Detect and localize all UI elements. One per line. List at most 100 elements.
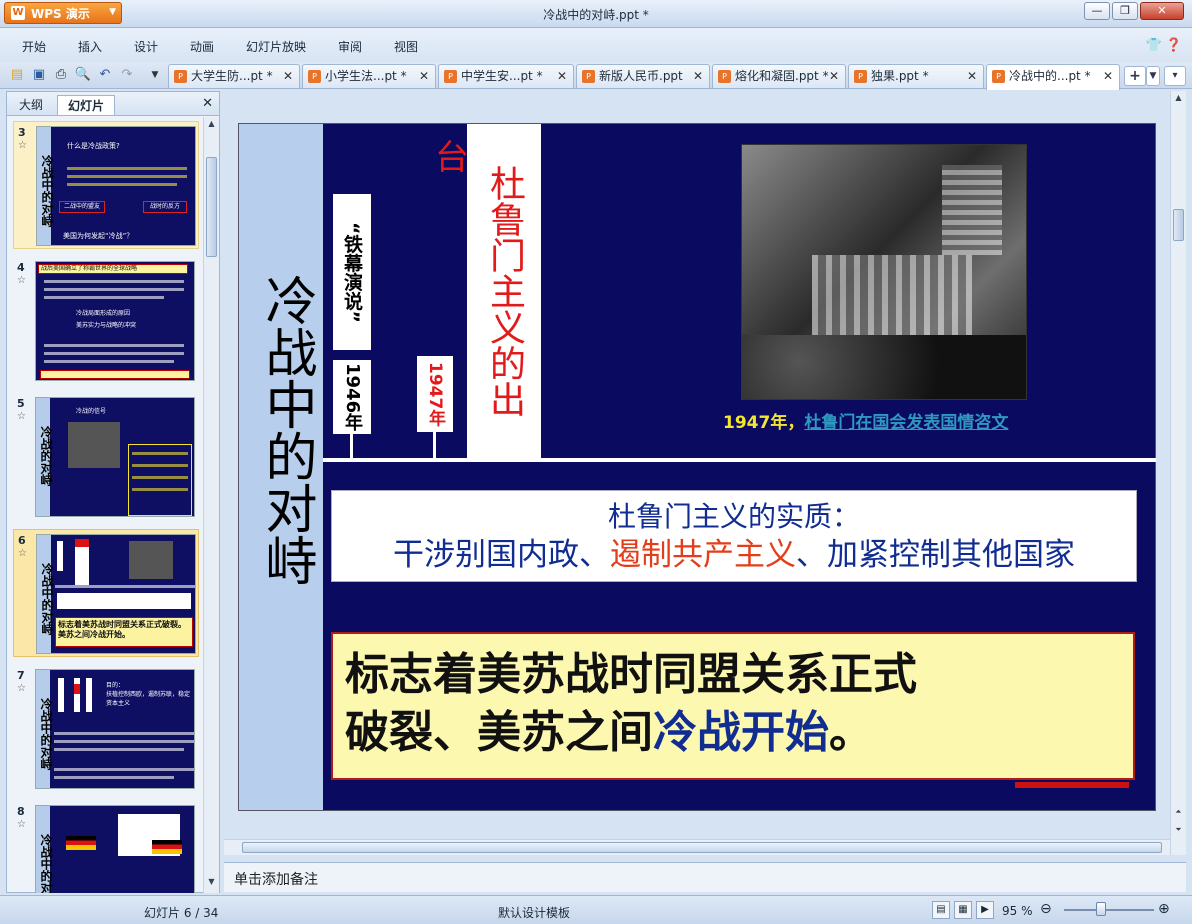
animation-star-icon: ☆ (17, 819, 26, 830)
zoom-in-icon[interactable]: ⊕ (1158, 901, 1170, 917)
horizontal-scrollbar[interactable] (224, 839, 1170, 855)
slide-editor: 冷战中的对峙 “铁幕演说” 1946年 1947年 杜鲁门主义的出 台 1947… (224, 91, 1186, 861)
menu-animation[interactable]: 动画 (190, 38, 214, 55)
help-icon[interactable]: ❓ (1166, 38, 1182, 53)
menu-slideshow[interactable]: 幻灯片放映 (246, 38, 306, 55)
close-panel-icon[interactable]: ✕ (202, 96, 213, 111)
animation-star-icon: ☆ (17, 411, 26, 422)
close-tab-icon[interactable]: ✕ (419, 65, 429, 87)
thumb-text: 什么是冷战政策? (67, 142, 120, 150)
scroll-up-icon[interactable]: ▲ (206, 119, 217, 131)
zoom-slider-knob[interactable] (1096, 902, 1106, 916)
scroll-down-icon[interactable]: ▼ (206, 877, 217, 889)
menu-home[interactable]: 开始 (22, 38, 46, 55)
menu-design[interactable]: 设计 (134, 38, 158, 55)
scrollbar-thumb[interactable] (242, 842, 1162, 853)
ppt-file-icon: P (582, 70, 595, 83)
essence-box[interactable]: 杜鲁门主义的实质： 干涉别国内政、遏制共产主义、加紧控制其他国家 (331, 490, 1137, 582)
caption-link[interactable]: 杜鲁门在国会发表国情咨文 (804, 413, 1008, 433)
conclusion-box[interactable]: 标志着美苏战时同盟关系正式 破裂、美苏之间冷战开始。 (331, 632, 1135, 780)
tab-doc-6[interactable]: P 独果.ppt * ✕ (848, 64, 984, 88)
slide-sorter-icon[interactable]: ▦ (954, 901, 972, 919)
prev-slide-icon[interactable]: ⏶ (1173, 807, 1184, 819)
open-folder-icon[interactable]: ▤ (8, 66, 26, 84)
thumb-text: 美苏实力与战略的冲突 (76, 322, 137, 329)
shirt-skin-icon[interactable]: 👕 (1145, 38, 1161, 53)
slide-thumbnail-4[interactable]: 4 ☆ 战后美国确立了称霸世界的全球战略 冷战局面形成的原因 美苏实力与战略的冲… (13, 257, 199, 385)
notes-placeholder: 单击添加备注 (234, 872, 318, 888)
save-icon[interactable]: ▣ (30, 66, 48, 84)
current-slide[interactable]: 冷战中的对峙 “铁幕演说” 1946年 1947年 杜鲁门主义的出 台 1947… (238, 123, 1156, 811)
undo-icon[interactable]: ↶ (96, 66, 114, 84)
ppt-file-icon: P (308, 70, 321, 83)
notes-pane[interactable]: 单击添加备注 (224, 862, 1186, 892)
conclusion-line-2: 破裂、美苏之间冷战开始。 (345, 707, 873, 758)
tab-slides[interactable]: 幻灯片 (57, 95, 116, 115)
tab-doc-active[interactable]: P 冷战中的...pt * ✕ (986, 64, 1120, 90)
zoom-out-icon[interactable]: ⊖ (1040, 901, 1052, 917)
panel-tabs: 大纲 幻灯片 ✕ (7, 92, 219, 116)
ppt-file-icon: P (992, 70, 1005, 83)
tab-list-button[interactable]: ▼ (1146, 66, 1160, 86)
thumbnail-scrollbar[interactable]: ▲ ▼ (203, 117, 219, 893)
minimize-button[interactable]: — (1084, 2, 1110, 20)
tab-label: 独果.ppt * (871, 69, 929, 83)
close-tab-icon[interactable]: ✕ (829, 65, 839, 87)
scrollbar-thumb[interactable] (1173, 209, 1184, 241)
scroll-up-icon[interactable]: ▲ (1173, 93, 1184, 105)
divider-line (323, 458, 1156, 462)
close-tab-icon[interactable]: ✕ (283, 65, 293, 87)
menu-review[interactable]: 审阅 (338, 38, 362, 55)
menu-view[interactable]: 视图 (394, 38, 418, 55)
new-tab-button[interactable]: + (1124, 66, 1146, 86)
close-tab-icon[interactable]: ✕ (693, 65, 703, 87)
quick-access-and-tabs: ▤ ▣ ⎙ 🔍 ↶ ↷ ▼ P 大学生防...pt * ✕ P 小学生法...p… (0, 62, 1192, 90)
menu-insert[interactable]: 插入 (78, 38, 102, 55)
thumb-title: 冷战中的对峙 (39, 834, 53, 893)
slide-thumbnail-7[interactable]: 7 ☆ 冷战中的对峙 目的： 扶植控制西欧，遏制苏联，稳定资本主义 (13, 665, 199, 793)
print-preview-icon[interactable]: 🔍 (74, 66, 92, 84)
slide-thumbnail-5[interactable]: 5 ☆ 冷战的对峙 冷战的信号 (13, 393, 199, 521)
slide-side-title: 冷战中的对峙 (256, 274, 316, 586)
window-title: 冷战中的对峙.ppt * (543, 8, 649, 22)
tab-doc-2[interactable]: P 小学生法...pt * ✕ (302, 64, 436, 88)
vertical-scrollbar[interactable]: ▲ ⏶ ⏷ (1170, 91, 1186, 855)
print-icon[interactable]: ⎙ (52, 66, 70, 84)
tab-label: 中学生安...pt * (461, 69, 543, 83)
slide-number: 5 (17, 397, 25, 410)
close-tab-icon[interactable]: ✕ (967, 65, 977, 87)
slide-thumbnail-8[interactable]: 8 ☆ 冷战中的对峙 (13, 801, 199, 893)
tab-doc-4[interactable]: P 新版人民币.ppt ✕ (576, 64, 710, 88)
tab-doc-3[interactable]: P 中学生安...pt * ✕ (438, 64, 574, 88)
thumb-text: 战后美国确立了称霸世界的全球战略 (38, 264, 188, 274)
design-template: 默认设计模板 (498, 906, 571, 920)
thumb-text: 美国为何发起“冷战”？ (63, 232, 134, 240)
tab-doc-1[interactable]: P 大学生防...pt * ✕ (168, 64, 300, 88)
close-tab-icon[interactable]: ✕ (557, 65, 567, 87)
thumb-text: 冷战的信号 (76, 408, 107, 415)
animation-star-icon: ☆ (17, 683, 26, 694)
slideshow-icon[interactable]: ▶ (976, 901, 994, 919)
congress-photo (741, 144, 1027, 400)
tab-menu-button[interactable]: ▾ (1164, 66, 1186, 86)
scrollbar-thumb[interactable] (206, 157, 217, 257)
photo-caption: 1947年，杜鲁门在国会发表国情咨文 (723, 408, 1008, 433)
maximize-button[interactable]: ❐ (1112, 2, 1138, 20)
tab-outline[interactable]: 大纲 (9, 95, 53, 115)
slide-thumbnail-3[interactable]: 3 ☆ 冷战中的对峙 什么是冷战政策? 二战中的盟友 战时的反方 美国为何发起“… (13, 121, 199, 249)
customize-toolbar-icon[interactable]: ▼ (146, 66, 164, 84)
close-tab-icon[interactable]: ✕ (1103, 65, 1113, 87)
slide-number: 8 (17, 805, 25, 818)
thumb-title: 冷战中的对峙 (39, 698, 53, 770)
slide-thumbnail-6[interactable]: 6 ☆ 冷战中的对峙 标志着美苏战时同盟关系正式破裂。美苏之间冷战开始。 (13, 529, 199, 657)
redo-icon[interactable]: ↷ (118, 66, 136, 84)
normal-view-icon[interactable]: ▤ (932, 901, 950, 919)
help-area: 👕 ❓ (1145, 38, 1182, 53)
zoom-slider[interactable] (1064, 909, 1154, 911)
animation-star-icon: ☆ (18, 140, 27, 151)
close-window-button[interactable]: ✕ (1140, 2, 1184, 20)
tab-label: 小学生法...pt * (325, 69, 407, 83)
tab-doc-5[interactable]: P 熔化和凝固.ppt * ✕ (712, 64, 846, 88)
next-slide-icon[interactable]: ⏷ (1173, 825, 1184, 837)
thumbnail-preview: 冷战中的对峙 (35, 805, 195, 893)
